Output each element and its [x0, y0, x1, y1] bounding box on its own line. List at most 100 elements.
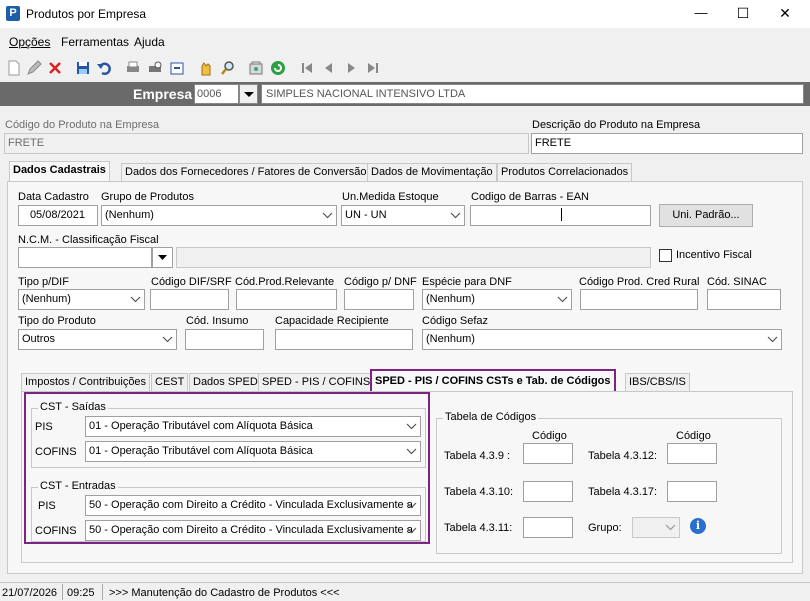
sefaz-select[interactable]: (Nenhum) — [422, 329, 782, 350]
capacidade-field[interactable] — [275, 329, 413, 350]
tab-cest[interactable]: CEST — [151, 373, 189, 392]
empresa-dropdown-button[interactable] — [239, 84, 258, 104]
close-button[interactable]: ✕ — [774, 3, 796, 23]
uni-padrao-button[interactable]: Uni. Padrão... — [659, 204, 753, 227]
settings-icon[interactable] — [247, 59, 265, 77]
cred-rural-field[interactable] — [580, 289, 698, 310]
ncm-field[interactable] — [18, 247, 152, 268]
ncm-dropdown-button[interactable] — [152, 247, 173, 268]
print-preview-icon[interactable] — [146, 59, 164, 77]
window-title: Produtos por Empresa — [26, 7, 147, 21]
tab-dados-sped[interactable]: Dados SPED — [189, 373, 262, 392]
edit-icon[interactable] — [25, 59, 43, 77]
tipo-produto-label: Tipo do Produto — [18, 315, 96, 327]
especie-dnf-select[interactable]: (Nenhum) — [422, 289, 572, 310]
codigo-dif-field[interactable] — [150, 289, 229, 310]
pis-saida-value: 01 - Operação Tributável com Alíquota Bá… — [89, 420, 313, 432]
hand-icon[interactable] — [197, 59, 215, 77]
menu-ajuda[interactable]: Ajuda — [134, 35, 165, 49]
empresa-name-field[interactable]: SIMPLES NACIONAL INTENSIVO LTDA — [261, 84, 804, 104]
last-record-icon[interactable] — [364, 59, 382, 77]
search-icon[interactable] — [219, 59, 237, 77]
ean-label: Codigo de Barras - EAN — [471, 191, 589, 203]
grupo-produtos-select[interactable]: (Nenhum) — [101, 205, 337, 226]
cred-rural-label: Código Prod. Cred Rural — [579, 276, 700, 288]
tabela-4310-label: Tabela 4.3.10: — [444, 486, 514, 498]
tabela-4312-field[interactable] — [667, 443, 717, 464]
pis-saida-select[interactable]: 01 - Operação Tributável com Alíquota Bá… — [85, 416, 421, 437]
previous-record-icon[interactable] — [320, 59, 338, 77]
cofins-entrada-select[interactable]: 50 - Operação com Direito a Crédito - Vi… — [85, 520, 421, 541]
tab-ibs-cbs[interactable]: IBS/CBS/IS — [625, 373, 690, 392]
tab-sped-csts[interactable]: SPED - PIS / COFINS CSTs e Tab. de Códig… — [370, 369, 616, 392]
insumo-field[interactable] — [185, 329, 264, 350]
empresa-code-field[interactable]: 0006 — [194, 84, 239, 104]
chevron-down-icon — [405, 445, 418, 458]
tab-produtos-correlacionados[interactable]: Produtos Correlacionados — [497, 163, 633, 182]
un-medida-label: Un.Medida Estoque — [342, 191, 439, 203]
especie-dnf-value: (Nenhum) — [426, 293, 475, 305]
menu-ferramentas[interactable]: Ferramentas — [61, 35, 129, 49]
tab-dados-cadastrais[interactable]: Dados Cadastrais — [9, 161, 110, 182]
chevron-down-icon — [158, 255, 167, 260]
codigo-produto-field[interactable]: FRETE — [4, 133, 529, 154]
chevron-down-icon — [405, 420, 418, 433]
cofins-saida-select[interactable]: 01 - Operação Tributável com Alíquota Bá… — [85, 441, 421, 462]
status-bar: 21/07/2026 09:25 >>> Manutenção do Cadas… — [0, 582, 810, 601]
un-medida-select[interactable]: UN - UN — [341, 205, 465, 226]
next-record-icon[interactable] — [342, 59, 360, 77]
delete-icon[interactable] — [46, 59, 64, 77]
cod-relevante-field[interactable] — [236, 289, 337, 310]
codigo-header-right: Código — [676, 430, 711, 442]
tab-sped-pis-cofins[interactable]: SPED - PIS / COFINS — [258, 373, 375, 392]
tipo-produto-value: Outros — [22, 333, 56, 345]
codigo-produto-label: Código do Produto na Empresa — [5, 119, 160, 131]
pis-entrada-value: 50 - Operação com Direito a Crédito - Vi… — [89, 499, 413, 511]
tab-impostos[interactable]: Impostos / Contribuições — [21, 373, 151, 392]
info-icon[interactable]: i — [690, 518, 706, 534]
refresh-icon[interactable] — [269, 59, 287, 77]
undo-icon[interactable] — [95, 59, 113, 77]
print-icon[interactable] — [124, 59, 142, 77]
grupo-select[interactable] — [632, 517, 680, 538]
cst-saidas-title: CST - Saídas — [38, 401, 108, 413]
tabela-4311-field[interactable] — [523, 517, 573, 538]
chevron-down-icon — [556, 293, 569, 306]
codigo-dnf-field[interactable] — [344, 289, 414, 310]
chevron-down-icon — [405, 499, 418, 512]
status-divider — [102, 584, 103, 600]
codigo-dif-label: Código DIF/SRF — [151, 276, 232, 288]
tabela-4317-field[interactable] — [667, 481, 717, 502]
sinac-field[interactable] — [707, 289, 781, 310]
tab-dados-movimentacao[interactable]: Dados de Movimentação — [367, 163, 497, 182]
minimize-button[interactable]: — — [690, 3, 712, 23]
descricao-produto-field[interactable]: FRETE — [531, 133, 803, 154]
menu-opcoes[interactable]: Opções — [9, 35, 50, 49]
descricao-produto-label: Descrição do Produto na Empresa — [532, 119, 701, 131]
chevron-down-icon — [664, 521, 677, 534]
tipo-dif-select[interactable]: (Nenhum) — [18, 289, 145, 310]
grupo-label: Grupo: — [588, 522, 622, 534]
cod-relevante-label: Cód.Prod.Relevante — [235, 276, 335, 288]
tab-dados-fornecedores[interactable]: Dados dos Fornecedores / Fatores de Conv… — [121, 163, 371, 182]
incentivo-fiscal-checkbox[interactable] — [659, 249, 672, 262]
status-date: 21/07/2026 — [2, 587, 58, 599]
new-document-icon[interactable] — [5, 59, 23, 77]
tipo-produto-select[interactable]: Outros — [18, 329, 177, 350]
data-cadastro-field[interactable]: 05/08/2021 — [18, 205, 98, 226]
maximize-button[interactable]: ☐ — [732, 3, 754, 23]
ncm-description-field — [176, 247, 651, 268]
tabela-4310-field[interactable] — [523, 481, 573, 502]
tabela-439-field[interactable] — [523, 443, 573, 464]
chevron-down-icon — [405, 524, 418, 537]
app-icon: P — [6, 6, 20, 21]
chevron-down-icon — [244, 92, 254, 97]
especie-dnf-label: Espécie para DNF — [422, 276, 512, 288]
tabela-439-label: Tabela 4.3.9 : — [444, 450, 511, 462]
save-icon[interactable] — [74, 59, 92, 77]
export-icon[interactable] — [168, 59, 186, 77]
pis-entrada-select[interactable]: 50 - Operação com Direito a Crédito - Vi… — [85, 495, 421, 516]
tabela-4312-label: Tabela 4.3.12: — [588, 450, 658, 462]
cofins-saida-value: 01 - Operação Tributável com Alíquota Bá… — [89, 445, 313, 457]
first-record-icon[interactable] — [298, 59, 316, 77]
